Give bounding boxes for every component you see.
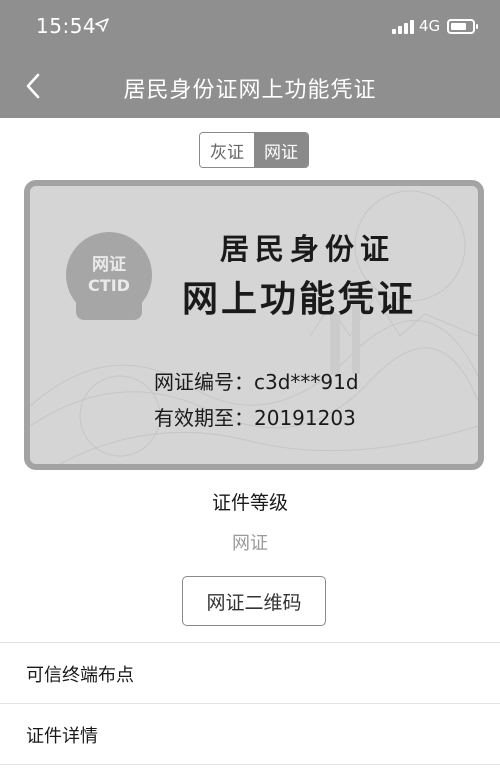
tab-grey-credential[interactable]: 灰证 [200,133,254,167]
qr-code-button[interactable]: 网证二维码 [182,576,326,626]
credential-number-label: 网证编号： [154,370,254,394]
list-item-label: 可信终端布点 [26,665,134,686]
credential-number-value: c3d***91d [254,370,359,394]
seal-ribbon [76,298,142,320]
location-arrow-icon [95,18,109,32]
battery-icon [447,19,478,34]
status-bar: 15:54 4G [0,0,500,52]
status-time: 15:54 [36,14,97,38]
credential-type-toggle: 灰证 网证 [199,132,309,168]
card-title-line2: 网上功能凭证 [182,278,417,320]
expiry-date-value: 20191203 [254,406,356,430]
expiry-date-label: 有效期至： [154,406,254,430]
card-title-line1: 居民身份证 [220,232,396,266]
tab-net-credential[interactable]: 网证 [254,133,308,167]
nav-bar: 居民身份证网上功能凭证 [0,52,500,118]
page-title: 居民身份证网上功能凭证 [123,78,377,103]
seal-text-net-id: 网证 [92,255,126,275]
network-type: 4G [419,17,441,35]
list-item-label: 证件详情 [26,726,98,747]
credential-number: 网证编号：c3d***91d [154,366,359,395]
certificate-level-value: 网证 [232,533,268,554]
credential-card: 网证 CTID 居民身份证 网上功能凭证 网证编号：c3d***91d 有效期至… [24,180,484,470]
signal-icon [392,20,414,34]
seal-text-ctid: CTID [88,276,130,295]
list-item-trusted-terminals[interactable]: 可信终端布点 [0,643,500,703]
divider [0,764,500,765]
expiry-date: 有效期至：20191203 [154,402,356,431]
list-item-certificate-details[interactable]: 证件详情 [0,704,500,764]
certificate-level-label: 证件等级 [211,492,288,514]
